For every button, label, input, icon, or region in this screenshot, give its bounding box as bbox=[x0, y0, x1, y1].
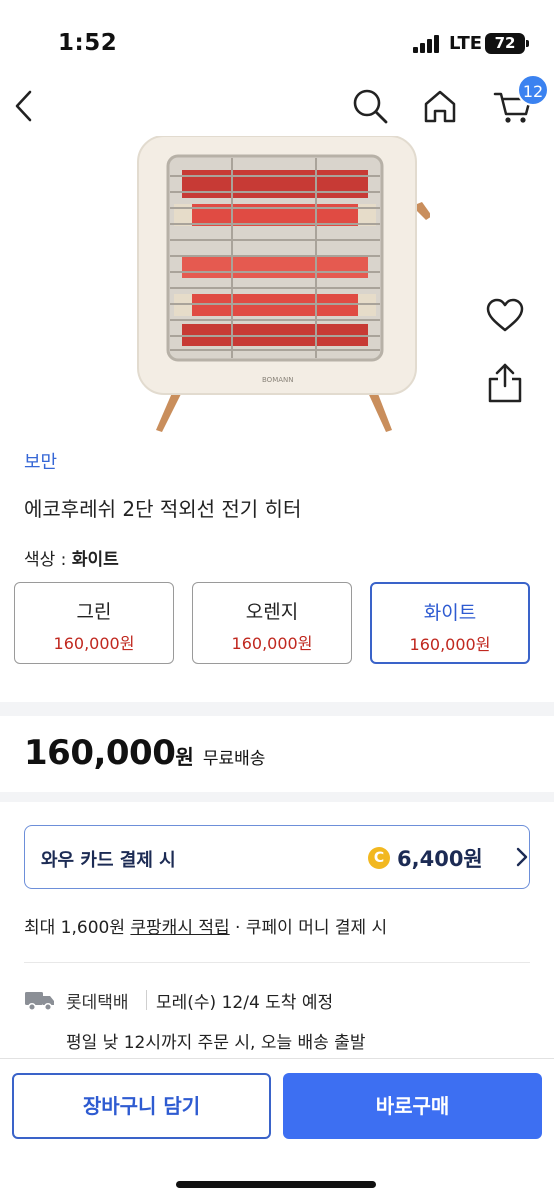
share-icon[interactable] bbox=[487, 362, 523, 404]
dispatch-info: 평일 낮 12시까지 주문 시, 오늘 배송 출발 bbox=[66, 1033, 366, 1053]
back-chevron-icon[interactable] bbox=[8, 86, 44, 126]
cart-count-badge: 12 bbox=[517, 74, 549, 106]
sale-price: 160,000 bbox=[24, 733, 176, 773]
color-label: 색상 : bbox=[24, 550, 72, 570]
section-divider bbox=[0, 702, 554, 716]
option-price: 160,000원 bbox=[53, 634, 135, 653]
coupang-cash-link[interactable]: 쿠팡캐시 적립 bbox=[130, 918, 229, 938]
cash-prefix: 최대 1,600원 bbox=[24, 918, 131, 938]
network-type: LTE bbox=[449, 33, 483, 54]
carrier-name: 롯데택배 bbox=[66, 993, 129, 1013]
signal-icon bbox=[413, 35, 443, 53]
chevron-right-icon bbox=[516, 847, 528, 867]
status-bar: 1:52 LTE 72 bbox=[0, 0, 554, 80]
wow-card-amount: 6,400원 bbox=[397, 847, 483, 871]
option-orange[interactable]: 오렌지 160,000원 bbox=[192, 582, 352, 664]
delivery-eta: 모레(수) 12/4 도착 예정 bbox=[156, 993, 334, 1013]
option-price: 160,000원 bbox=[231, 634, 313, 653]
heater-logo-text: BOMANN bbox=[262, 376, 294, 384]
shipping-info: 무료배송 bbox=[202, 749, 266, 769]
status-time: 1:52 bbox=[58, 30, 118, 56]
wow-card-label: 와우 카드 결제 시 bbox=[41, 850, 176, 871]
option-name: 그린 bbox=[76, 601, 112, 623]
truck-icon bbox=[25, 992, 54, 1012]
divider-line bbox=[24, 962, 530, 963]
product-title: 에코후레쉬 2단 적외선 전기 히터 bbox=[24, 497, 302, 521]
cash-reward-info: 최대 1,600원 쿠팡캐시 적립 · 쿠페이 머니 결제 시 bbox=[24, 913, 387, 938]
option-name: 오렌지 bbox=[245, 601, 299, 623]
selected-color: 화이트 bbox=[71, 550, 119, 570]
price-row: 160,000원 무료배송 bbox=[24, 733, 265, 773]
product-image[interactable]: BOMANN bbox=[130, 136, 430, 436]
brand-link[interactable]: 보만 bbox=[24, 448, 57, 474]
cash-suffix: · 쿠페이 머니 결제 시 bbox=[229, 918, 388, 938]
color-selection-label: 색상 : 화이트 bbox=[24, 545, 119, 570]
option-green[interactable]: 그린 160,000원 bbox=[14, 582, 174, 664]
search-icon[interactable] bbox=[350, 86, 390, 126]
option-name: 화이트 bbox=[423, 602, 477, 624]
home-indicator[interactable] bbox=[176, 1181, 376, 1188]
buy-now-button[interactable]: 바로구매 bbox=[283, 1073, 542, 1139]
wow-card-benefit[interactable]: 와우 카드 결제 시 C 6,400원 bbox=[24, 825, 530, 889]
option-white[interactable]: 화이트 160,000원 bbox=[370, 582, 530, 664]
top-navigation bbox=[0, 76, 554, 136]
separator bbox=[146, 990, 147, 1010]
color-options: 그린 160,000원 오렌지 160,000원 화이트 160,000원 bbox=[14, 582, 530, 666]
option-price: 160,000원 bbox=[409, 635, 491, 654]
battery-icon: 72 bbox=[485, 33, 529, 54]
coin-icon: C bbox=[368, 847, 390, 869]
section-divider bbox=[0, 792, 554, 802]
heart-icon[interactable] bbox=[485, 296, 525, 336]
home-icon[interactable] bbox=[420, 86, 460, 126]
add-to-cart-button[interactable]: 장바구니 담기 bbox=[12, 1073, 271, 1139]
bottom-action-bar: 장바구니 담기 바로구매 bbox=[0, 1058, 554, 1200]
price-unit: 원 bbox=[175, 745, 194, 769]
